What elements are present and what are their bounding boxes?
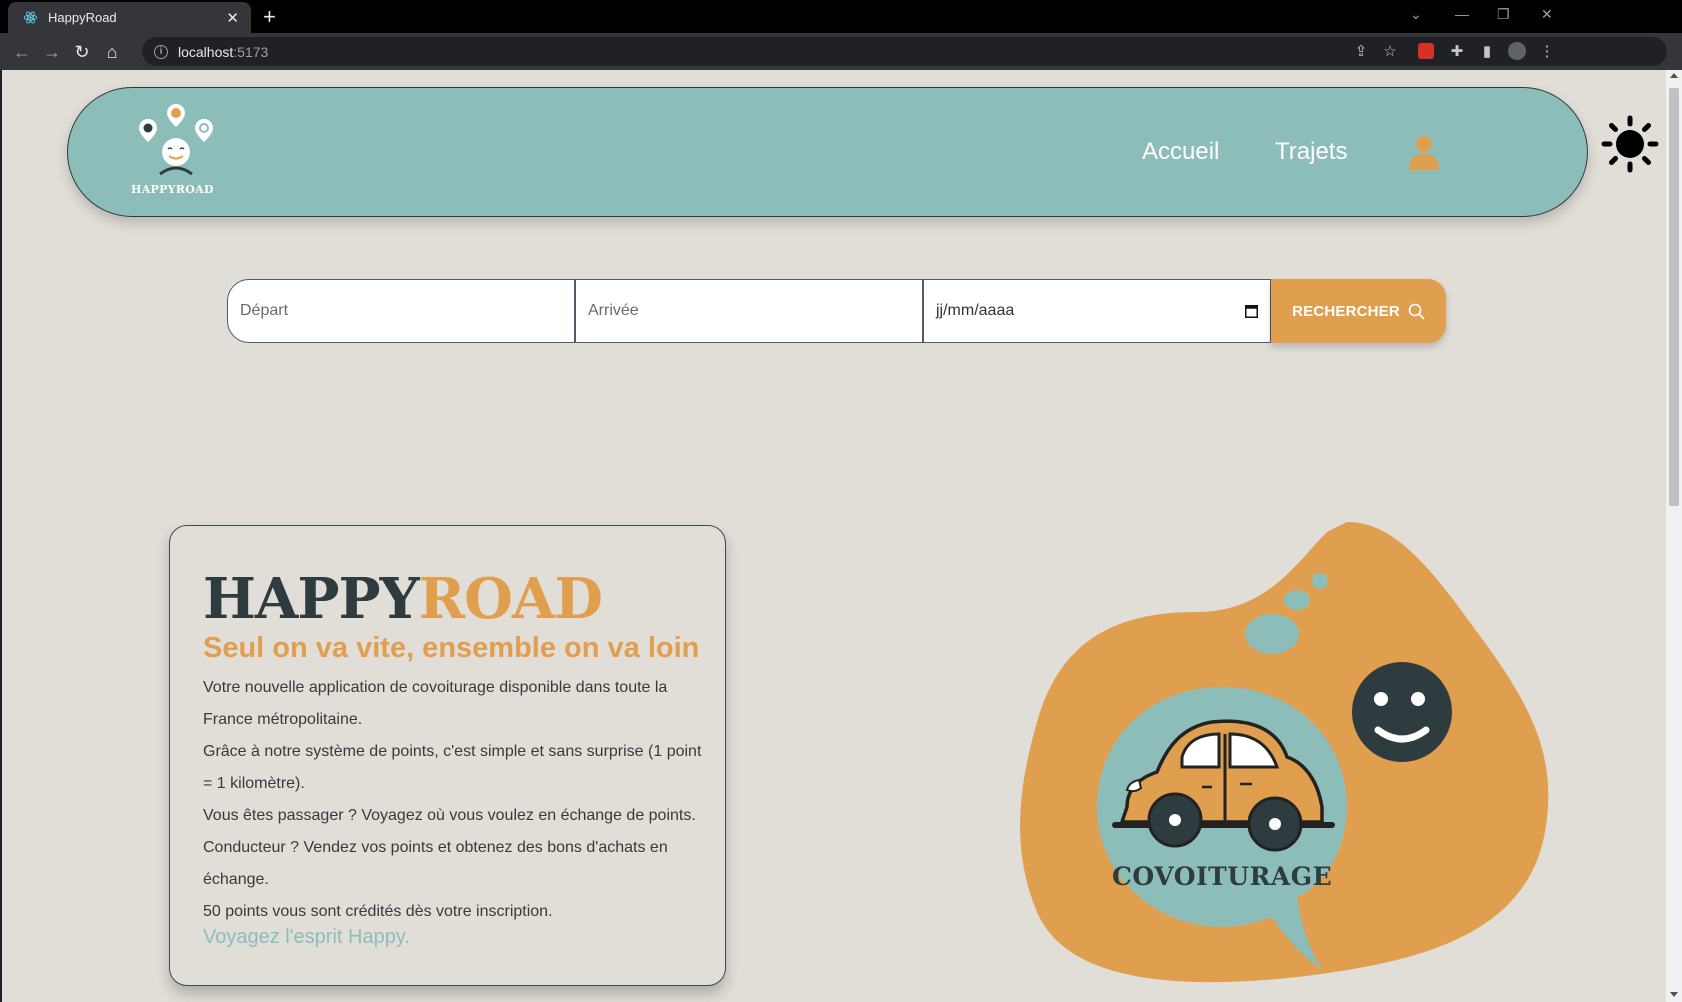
- user-account-icon[interactable]: [1407, 134, 1441, 174]
- covoiturage-illustration: COVOITURAGE: [997, 522, 1557, 997]
- intro-paragraph: Vous êtes passager ? Voyagez où vous vou…: [203, 807, 696, 824]
- close-tab-icon[interactable]: ✕: [226, 9, 239, 27]
- tagline: Seul on va vite, ensemble on va loin: [203, 632, 700, 664]
- menu-kebab-icon[interactable]: ⋮: [1538, 42, 1556, 60]
- site-info-icon[interactable]: i: [154, 44, 168, 59]
- nav-accueil[interactable]: Accueil: [1142, 138, 1219, 166]
- depart-input[interactable]: [228, 301, 574, 321]
- extension-red-icon[interactable]: [1418, 43, 1434, 59]
- search-button-label: RECHERCHER: [1292, 302, 1400, 320]
- scrollbar-thumb[interactable]: [1669, 88, 1679, 506]
- browser-tab[interactable]: HappyRoad ✕: [8, 2, 251, 33]
- intro-card: HAPPYROAD Seul on va vite, ensemble on v…: [169, 525, 726, 986]
- window-close-icon[interactable]: ✕: [1541, 6, 1553, 23]
- new-tab-icon[interactable]: +: [263, 4, 276, 30]
- browser-tabstrip: HappyRoad ✕ + ⌄ — ❐ ✕: [0, 0, 1682, 33]
- thought-bubble-small: [1312, 573, 1328, 589]
- reload-icon[interactable]: ↻: [71, 41, 93, 63]
- theme-toggle-sun-icon[interactable]: [1601, 115, 1659, 173]
- profile-avatar-icon[interactable]: [1508, 42, 1526, 60]
- depart-field-wrapper: [227, 279, 575, 343]
- page-viewport: HAPPYROAD Accueil Trajets jj/mm/a: [2, 70, 1666, 1002]
- search-icon: [1408, 303, 1425, 319]
- nav-trajets[interactable]: Trajets: [1275, 138, 1347, 166]
- trip-search-bar: jj/mm/aaaa RECHERCHER: [227, 279, 1446, 343]
- arrivee-input[interactable]: [576, 301, 922, 321]
- react-icon: [22, 10, 38, 26]
- page-scrollbar[interactable]: [1666, 70, 1682, 1002]
- brand-title: HAPPYROAD: [203, 564, 603, 634]
- tab-title: HappyRoad: [48, 10, 117, 25]
- logo-text: HAPPYROAD: [131, 183, 214, 196]
- share-icon[interactable]: ⇪: [1352, 42, 1370, 60]
- calendar-icon[interactable]: [1245, 304, 1258, 318]
- address-bar[interactable]: i localhost:5173: [142, 37, 1667, 66]
- arrivee-field-wrapper: [575, 279, 923, 343]
- intro-paragraph: Votre nouvelle application de covoiturag…: [203, 679, 668, 728]
- back-icon[interactable]: ←: [11, 41, 33, 63]
- side-panel-icon[interactable]: ▮: [1478, 42, 1496, 60]
- browser-toolbar: ← → ↻ ⌂ i localhost:5173 ⇪ ☆ ✚ ▮ ⋮: [0, 33, 1682, 70]
- restore-icon[interactable]: ❐: [1497, 6, 1510, 23]
- scroll-up-icon[interactable]: [1670, 73, 1678, 78]
- intro-description: Votre nouvelle application de covoiturag…: [203, 672, 703, 928]
- thought-bubble-medium: [1284, 590, 1310, 610]
- intro-paragraph: Grâce à notre système de points, c'est s…: [203, 743, 702, 792]
- minimize-icon[interactable]: —: [1455, 6, 1469, 22]
- scroll-down-icon[interactable]: [1670, 992, 1678, 997]
- intro-paragraph: 50 points vous sont crédités dès votre i…: [203, 903, 553, 920]
- closing-line: Voyagez l'esprit Happy.: [203, 926, 410, 948]
- thought-bubble-large: [1245, 614, 1299, 654]
- brand-happy: HAPPY: [203, 566, 420, 632]
- smiley-face-icon: [1352, 662, 1452, 762]
- forward-icon[interactable]: →: [41, 41, 63, 63]
- extensions-puzzle-icon[interactable]: ✚: [1448, 42, 1466, 60]
- intro-paragraph: Conducteur ? Vendez vos points et obtene…: [203, 839, 668, 888]
- bookmark-star-icon[interactable]: ☆: [1381, 42, 1399, 60]
- search-button[interactable]: RECHERCHER: [1271, 279, 1446, 343]
- home-icon[interactable]: ⌂: [101, 41, 123, 63]
- brand-road: ROAD: [418, 566, 603, 632]
- site-header: HAPPYROAD Accueil Trajets: [67, 87, 1588, 217]
- tab-search-icon[interactable]: ⌄: [1410, 6, 1422, 23]
- url-text: localhost:5173: [178, 43, 269, 60]
- illustration-graphic: [1020, 522, 1549, 983]
- covoiturage-label: COVOITURAGE: [1112, 862, 1333, 891]
- date-input[interactable]: jj/mm/aaaa: [924, 302, 1245, 320]
- date-field[interactable]: jj/mm/aaaa: [923, 279, 1271, 343]
